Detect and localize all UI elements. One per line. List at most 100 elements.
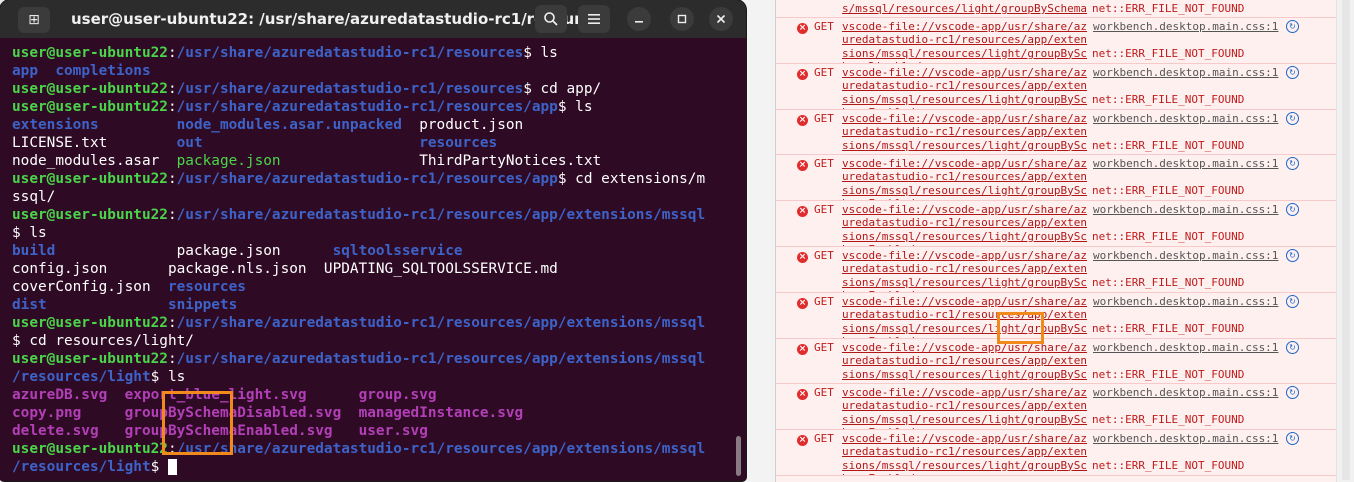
console-error-row: × GET vscode-file://vscode-app/usr/share/a… xyxy=(776,200,1336,256)
terminal-text: $ cd resources/light/ xyxy=(12,333,194,349)
terminal-text: out xyxy=(176,135,203,151)
terminal-line: /resources/light$ ls xyxy=(12,368,185,386)
terminal-text: user@user-ubuntu22 xyxy=(12,207,168,223)
error-icon: × xyxy=(797,206,808,217)
network-request-icon[interactable]: ↻ xyxy=(1286,386,1299,399)
network-request-icon[interactable]: ↻ xyxy=(1286,249,1299,262)
terminal-text: node_modules.asar.unpacked xyxy=(176,117,402,133)
console-error-row: × GET vscode-file://vscode-app/usr/share/a… xyxy=(776,292,1336,348)
menu-button[interactable] xyxy=(578,5,610,33)
terminal-text: extensions xyxy=(12,117,177,133)
console-error-row: × GET vscode-file://vscode-app/usr/share/a… xyxy=(776,109,1336,165)
terminal-text: /resources/light xyxy=(12,369,151,385)
close-button[interactable] xyxy=(709,7,733,31)
terminal-text: product.json xyxy=(401,117,524,133)
terminal-text: app xyxy=(12,63,38,79)
error-icon: × xyxy=(797,252,808,263)
console-source-link[interactable]: workbench.desktop.main.css:1 xyxy=(1093,20,1278,33)
minimize-button[interactable] xyxy=(627,7,651,31)
error-icon: × xyxy=(797,69,808,80)
network-request-icon[interactable]: ↻ xyxy=(1286,66,1299,79)
terminal-text: : xyxy=(167,171,177,187)
console-method: GET xyxy=(814,157,834,170)
console-error-row: × GET vscode-file://vscode-app/usr/share/a… xyxy=(776,246,1336,302)
error-icon: × xyxy=(797,115,808,126)
console-scrollbar[interactable] xyxy=(1336,0,1354,482)
console-source-link[interactable]: workbench.desktop.main.css:1 xyxy=(1093,295,1278,308)
terminal-line: user@user-ubuntu22:/usr/share/azuredatas… xyxy=(12,206,705,224)
terminal-text: $ ls xyxy=(12,225,47,241)
terminal-line: user@user-ubuntu22:/usr/share/azuredatas… xyxy=(12,170,705,188)
terminal-window: ⊞ user@user-ubuntu22: /usr/share/azureda… xyxy=(0,0,746,481)
console-source-link[interactable]: workbench.desktop.main.css:1 xyxy=(1093,203,1278,216)
highlight-box-console xyxy=(997,312,1044,344)
terminal-text: resources xyxy=(419,135,498,151)
devtools-console: s/mssql/resources/light/groupBySchemaDis… xyxy=(775,0,1354,482)
terminal-text: $ xyxy=(150,459,168,475)
console-source-link[interactable]: workbench.desktop.main.css:1 xyxy=(1093,432,1278,445)
network-request-icon[interactable]: ↻ xyxy=(1286,20,1299,33)
hamburger-icon xyxy=(588,14,600,24)
terminal-text: /usr/share/azuredatastudio-rc1/resources… xyxy=(176,351,706,367)
terminal-scrollbar[interactable] xyxy=(736,436,741,476)
console-source-link[interactable]: workbench.desktop.main.css:1 xyxy=(1093,157,1278,170)
terminal-text: /usr/share/azuredatastudio-rc1/resources… xyxy=(176,171,558,187)
console-error-row-partial xyxy=(776,475,1336,482)
console-error-text: net::ERR_FILE_NOT_FOUND xyxy=(1092,47,1245,60)
console-method: GET xyxy=(814,203,834,216)
console-method: GET xyxy=(814,249,834,262)
search-button[interactable] xyxy=(535,5,567,33)
console-source-link[interactable]: workbench.desktop.main.css:1 xyxy=(1093,112,1278,125)
console-method: GET xyxy=(814,20,834,33)
terminal-text: /usr/share/azuredatastudio-rc1/resources xyxy=(176,45,524,61)
terminal-line: config.json package.nls.json UPDATING_SQ… xyxy=(12,260,558,278)
console-error-text: net::ERR_FILE_NOT_FOUND xyxy=(1092,413,1245,426)
terminal-line: $ cd resources/light/ xyxy=(12,332,194,350)
terminal-text: copy.png xyxy=(12,405,82,421)
console-method: GET xyxy=(814,66,834,79)
console-source-link[interactable]: workbench.desktop.main.css:1 xyxy=(1093,341,1278,354)
network-request-icon[interactable]: ↻ xyxy=(1286,112,1299,125)
console-source-link[interactable]: workbench.desktop.main.css:1 xyxy=(1093,249,1278,262)
network-request-icon[interactable]: ↻ xyxy=(1286,432,1299,445)
terminal-text: /usr/share/azuredatastudio-rc1/resources… xyxy=(176,441,706,457)
console-error-row: × GET vscode-file://vscode-app/usr/share/a… xyxy=(776,429,1336,482)
terminal-cursor xyxy=(167,459,177,475)
console-error-text: net::ERR_FILE_NOT_FOUND xyxy=(1092,459,1245,472)
console-error-row: × GET vscode-file://vscode-app/usr/share/a… xyxy=(776,383,1336,439)
console-source-link[interactable]: workbench.desktop.main.css:1 xyxy=(1093,66,1278,79)
console-source-link[interactable]: workbench.desktop.main.css:1 xyxy=(1093,386,1278,399)
terminal-text: $ cd app/ xyxy=(523,81,602,97)
network-request-icon[interactable]: ↻ xyxy=(1286,295,1299,308)
console-scrollbar-thumb[interactable] xyxy=(1342,0,1350,480)
terminal-text: /usr/share/azuredatastudio-rc1/resources… xyxy=(176,99,558,115)
terminal-line: node_modules.asar package.json ThirdPart… xyxy=(12,152,601,170)
terminal-text: : xyxy=(167,99,177,115)
terminal-text: $ ls xyxy=(150,369,186,385)
terminal-text: resources xyxy=(167,279,246,295)
terminal-line: user@user-ubuntu22:/usr/share/azuredatas… xyxy=(12,80,601,98)
terminal-text: user@user-ubuntu22 xyxy=(12,441,168,457)
terminal-line: user@user-ubuntu22:/usr/share/azuredatas… xyxy=(12,440,705,458)
terminal-titlebar[interactable]: ⊞ user@user-ubuntu22: /usr/share/azureda… xyxy=(0,0,746,38)
network-request-icon[interactable]: ↻ xyxy=(1286,203,1299,216)
terminal-text: : xyxy=(167,351,177,367)
maximize-button[interactable] xyxy=(670,7,694,31)
close-icon xyxy=(716,14,726,24)
new-tab-button[interactable]: ⊞ xyxy=(18,7,50,33)
terminal-text: /usr/share/azuredatastudio-rc1/resources xyxy=(176,81,524,97)
terminal-text: package.json xyxy=(55,243,333,259)
console-error-row: × GET vscode-file://vscode-app/usr/share/a… xyxy=(776,154,1336,210)
terminal-text: user.svg xyxy=(358,423,428,439)
terminal-text: user@user-ubuntu22 xyxy=(12,171,168,187)
terminal-text: ssql/ xyxy=(12,189,56,205)
console-message-partial: s/mssql/resources/light/groupBySchemaDis… xyxy=(776,0,1336,28)
network-request-icon[interactable]: ↻ xyxy=(1286,157,1299,170)
terminal-text: sqltoolsservice xyxy=(332,243,463,259)
error-icon: × xyxy=(797,298,808,309)
terminal-line: user@user-ubuntu22:/usr/share/azuredatas… xyxy=(12,98,593,116)
network-request-icon[interactable]: ↻ xyxy=(1286,341,1299,354)
